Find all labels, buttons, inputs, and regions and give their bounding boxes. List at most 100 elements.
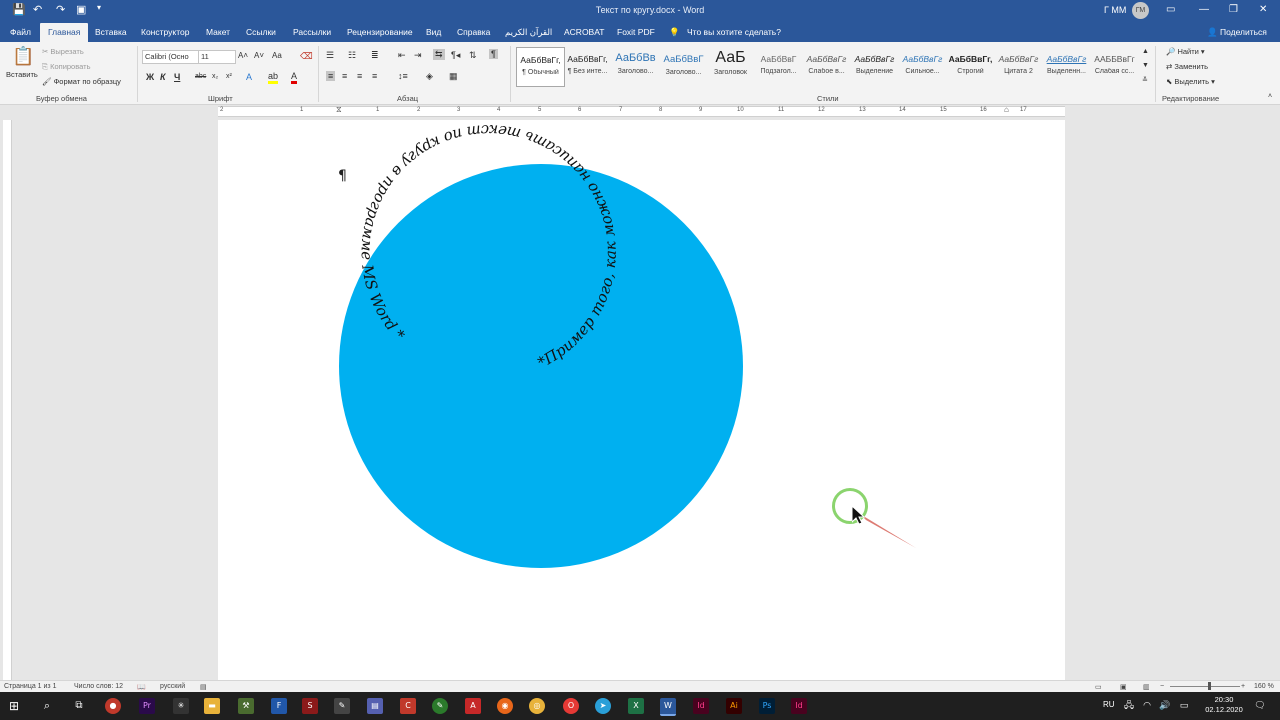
- save-icon[interactable]: 💾: [12, 3, 26, 16]
- paint-app-icon[interactable]: ✎: [334, 698, 350, 714]
- numbering-icon[interactable]: ☷: [348, 50, 356, 61]
- format-painter-button[interactable]: 🖌 Формат по образцу: [42, 77, 121, 86]
- show-formatting-icon[interactable]: ¶: [489, 49, 498, 59]
- style-quote-2[interactable]: АаБбВвГг Цитата 2: [995, 47, 1042, 85]
- style-subtitle[interactable]: АаБбВвГ Подзагол...: [755, 47, 802, 85]
- quick-print-icon[interactable]: ▣: [76, 3, 86, 16]
- c-app-icon[interactable]: C: [400, 698, 416, 714]
- copy-button[interactable]: ⎘ Копировать: [42, 62, 90, 72]
- illustrator-app-icon[interactable]: Ai: [726, 698, 742, 714]
- style-emphasis[interactable]: АаБбВвГг Выделение: [851, 47, 898, 85]
- line-spacing-icon[interactable]: ↕≡: [398, 71, 408, 81]
- user-name[interactable]: Г ММ: [1104, 5, 1126, 15]
- document-page[interactable]: ¶ *Пример того, как можно написать текст…: [218, 120, 1065, 680]
- rtl-icon[interactable]: ¶◂: [451, 50, 460, 61]
- font-size-combo[interactable]: 11: [198, 50, 236, 64]
- font-color-icon[interactable]: A: [291, 72, 298, 84]
- tab-view[interactable]: Вид: [426, 27, 441, 37]
- underline-button[interactable]: Ч: [174, 72, 180, 82]
- battery-icon[interactable]: ▭: [1176, 698, 1192, 714]
- style-title[interactable]: АаБ Заголовок: [707, 47, 754, 85]
- style-subtle-reference[interactable]: ААББВвГг Слабая сс...: [1091, 47, 1138, 85]
- tab-review[interactable]: Рецензирование: [347, 27, 413, 37]
- task-view-icon[interactable]: ⧉: [71, 698, 87, 714]
- acrobat-app-icon[interactable]: A: [465, 698, 481, 714]
- green-app-icon[interactable]: ✎: [432, 698, 448, 714]
- excel-app-icon[interactable]: X: [628, 698, 644, 714]
- horizontal-ruler[interactable]: 2 1 ⧖ 1 2 3 4 5 6 7 8 9 10 11 12 13 14 1…: [218, 105, 1065, 117]
- tab-quran[interactable]: القرآن الكريم: [505, 27, 552, 38]
- wifi-icon[interactable]: ◠: [1139, 698, 1155, 714]
- proofing-icon[interactable]: 📖: [137, 683, 146, 691]
- select-button[interactable]: ⬉ Выделить ▾: [1166, 77, 1215, 86]
- justify-icon[interactable]: ≡: [372, 71, 377, 81]
- cut-button[interactable]: ✂ Вырезать: [42, 47, 84, 56]
- language-status[interactable]: русский: [160, 683, 185, 690]
- right-indent-marker-icon[interactable]: ⌂: [1004, 105, 1009, 114]
- style-subtle-emphasis[interactable]: АаБбВвГг Слабое в...: [803, 47, 850, 85]
- premiere-app-icon[interactable]: Pr: [139, 698, 155, 714]
- network-icon[interactable]: 🖧: [1121, 698, 1137, 714]
- bold-button[interactable]: Ж: [146, 72, 154, 82]
- notifications-icon[interactable]: 🗨: [1252, 698, 1268, 714]
- text-direction-icon[interactable]: ⇆: [433, 49, 445, 60]
- folder-app-icon[interactable]: ▬: [204, 698, 220, 714]
- tab-layout[interactable]: Макет: [206, 27, 230, 37]
- minimize-icon[interactable]: —: [1199, 4, 1209, 15]
- style-strong[interactable]: АаБбВвГг, Строгий: [947, 47, 994, 85]
- tell-me-input[interactable]: Что вы хотите сделать?: [687, 27, 781, 37]
- photoshop-app-icon[interactable]: Ps: [759, 698, 775, 714]
- clock[interactable]: 20:30 02.12.2020: [1204, 695, 1244, 715]
- macro-icon[interactable]: ▤: [200, 683, 207, 691]
- decrease-indent-icon[interactable]: ⇤: [398, 50, 406, 61]
- firefox-app-icon[interactable]: ◉: [497, 698, 513, 714]
- paste-button[interactable]: Вставить: [6, 70, 38, 79]
- zoom-slider-thumb[interactable]: [1208, 682, 1211, 690]
- style-no-spacing[interactable]: АаБбВвГг, ¶ Без инте...: [564, 47, 611, 85]
- tab-insert[interactable]: Вставка: [95, 27, 127, 37]
- multilevel-list-icon[interactable]: ≣: [371, 50, 379, 61]
- print-layout-icon[interactable]: ▣: [1120, 683, 1127, 691]
- avatar[interactable]: ГМ: [1132, 2, 1149, 19]
- tab-acrobat[interactable]: ACROBAT: [564, 27, 604, 37]
- subscript-icon[interactable]: x₂: [212, 73, 218, 80]
- font-name-combo[interactable]: Calibri (Осно: [142, 50, 200, 64]
- recorder-app-icon[interactable]: ●: [105, 698, 121, 714]
- zoom-level[interactable]: 160 %: [1254, 683, 1274, 690]
- highlight-icon[interactable]: ab: [268, 72, 279, 84]
- clear-formatting-icon[interactable]: ⌫: [300, 51, 313, 62]
- web-layout-icon[interactable]: ▥: [1143, 683, 1150, 691]
- style-heading-1[interactable]: АаБбВв Заголово...: [612, 47, 659, 85]
- styles-scroll-down-icon[interactable]: ▼: [1142, 62, 1149, 69]
- align-left-icon[interactable]: ≡: [326, 71, 336, 81]
- page-count[interactable]: Страница 1 из 1: [4, 683, 56, 690]
- zoom-out-icon[interactable]: −: [1160, 683, 1164, 690]
- tab-file[interactable]: Файл: [10, 27, 31, 37]
- editor-app-icon[interactable]: ✳: [173, 698, 189, 714]
- tab-mailings[interactable]: Рассылки: [293, 27, 331, 37]
- increase-indent-icon[interactable]: ⇥: [414, 50, 422, 61]
- change-case-icon[interactable]: Aa: [272, 51, 282, 60]
- floppy-app-icon[interactable]: ▤: [367, 698, 383, 714]
- align-center-icon[interactable]: ≡: [342, 71, 347, 81]
- windows-start-icon[interactable]: ⊞: [6, 698, 22, 714]
- tab-home[interactable]: Главная: [40, 23, 89, 42]
- customize-toolbar-icon[interactable]: ▾: [97, 3, 101, 12]
- search-icon[interactable]: ⌕: [39, 698, 55, 714]
- indesign-app-icon[interactable]: Id: [693, 698, 709, 714]
- tab-help[interactable]: Справка: [457, 27, 490, 37]
- collapse-ribbon-icon[interactable]: ˄: [1268, 93, 1272, 100]
- style-intense-quote[interactable]: АаБбВвГг Выделенн...: [1043, 47, 1090, 85]
- input-language[interactable]: RU: [1103, 700, 1115, 709]
- redo-icon[interactable]: ↷: [56, 3, 65, 16]
- zoom-slider[interactable]: [1170, 686, 1240, 687]
- tab-references[interactable]: Ссылки: [246, 27, 276, 37]
- indent-marker-icon[interactable]: ⧖: [336, 105, 342, 115]
- align-right-icon[interactable]: ≡: [357, 71, 362, 81]
- text-effects-icon[interactable]: A: [246, 72, 252, 82]
- replace-button[interactable]: ⇄ Заменить: [1166, 62, 1208, 71]
- styles-more-icon[interactable]: ≚: [1142, 76, 1148, 84]
- ribbon-display-icon[interactable]: ▭: [1166, 4, 1175, 15]
- style-normal[interactable]: АаБбВвГг, ¶ Обычный: [516, 47, 565, 87]
- grow-font-icon[interactable]: A˄: [238, 51, 248, 60]
